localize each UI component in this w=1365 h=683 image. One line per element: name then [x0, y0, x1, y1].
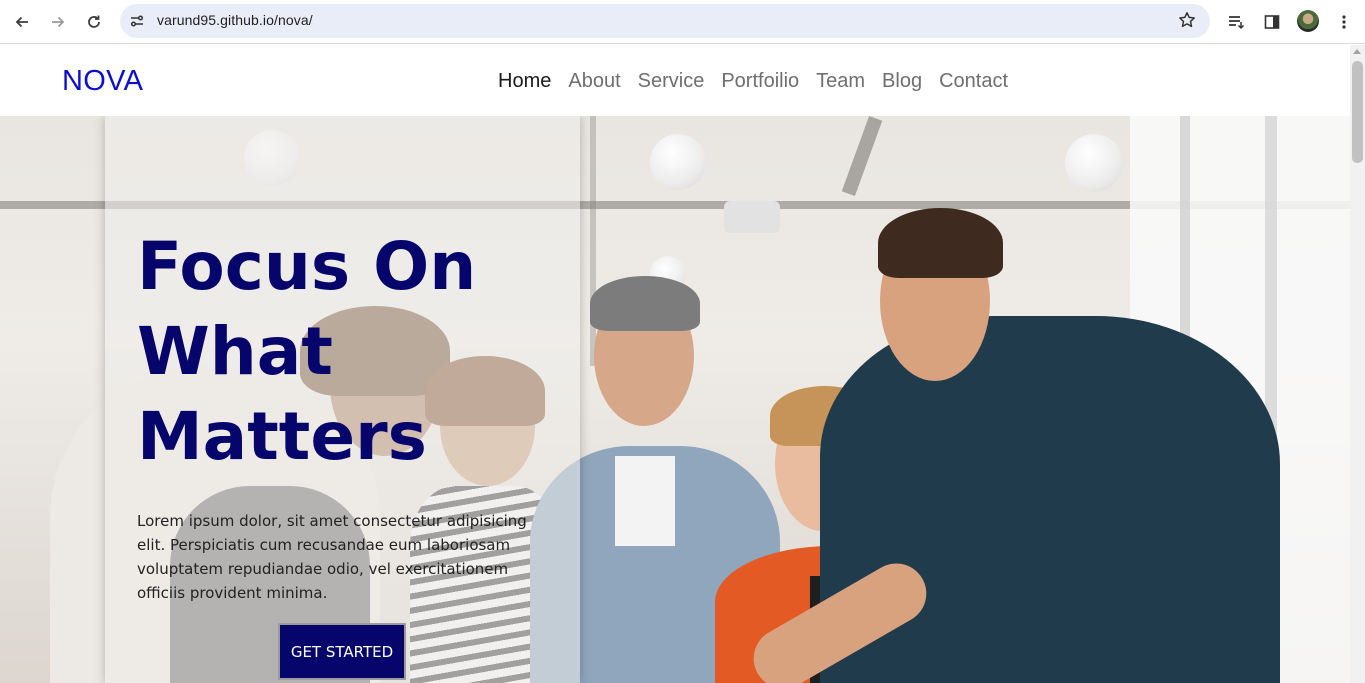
site-settings-icon[interactable] [128, 12, 146, 34]
site-navbar: NOVA Home About Service Portfoilio Team … [0, 45, 1350, 116]
nav-about[interactable]: About [568, 70, 620, 93]
hero-section: Focus On What Matters Lorem ipsum dolor,… [0, 116, 1350, 683]
scrollbar-thumb[interactable] [1352, 61, 1363, 163]
nav-contact[interactable]: Contact [939, 70, 1008, 93]
page-scrollbar[interactable] [1350, 45, 1365, 683]
reload-icon[interactable] [80, 8, 108, 36]
brand-logo[interactable]: NOVA [62, 65, 143, 98]
nav-blog[interactable]: Blog [882, 70, 922, 93]
reading-list-icon[interactable] [1222, 8, 1250, 36]
nav-team[interactable]: Team [816, 70, 865, 93]
browser-toolbar: varund95.github.io/nova/ [0, 0, 1365, 44]
profile-avatar[interactable] [1297, 10, 1319, 32]
address-bar[interactable]: varund95.github.io/nova/ [120, 4, 1210, 38]
bookmark-star-icon[interactable] [1178, 11, 1196, 33]
nav-menu: Home About Service Portfoilio Team Blog … [498, 70, 1025, 93]
hero-headline-line-3: Matters [137, 398, 427, 475]
get-started-button[interactable]: GET STARTED [278, 623, 406, 680]
back-arrow-icon[interactable] [8, 8, 36, 36]
nav-portfolio[interactable]: Portfoilio [721, 70, 799, 93]
web-page: NOVA Home About Service Portfoilio Team … [0, 45, 1350, 683]
side-panel-icon[interactable] [1258, 8, 1286, 36]
nav-home[interactable]: Home [498, 70, 551, 93]
hero-headline-line-2: What [137, 313, 333, 390]
scroll-up-arrow-icon[interactable] [1353, 49, 1361, 54]
hero-description: Lorem ipsum dolor, sit amet consectetur … [137, 512, 527, 602]
kebab-menu-icon[interactable] [1330, 8, 1358, 36]
nav-service[interactable]: Service [638, 70, 705, 93]
hero-headline: Focus On What Matters [137, 224, 557, 479]
hero-headline-line-1: Focus On [137, 228, 477, 305]
url-text[interactable]: varund95.github.io/nova/ [157, 12, 313, 28]
forward-arrow-icon[interactable] [44, 8, 72, 36]
